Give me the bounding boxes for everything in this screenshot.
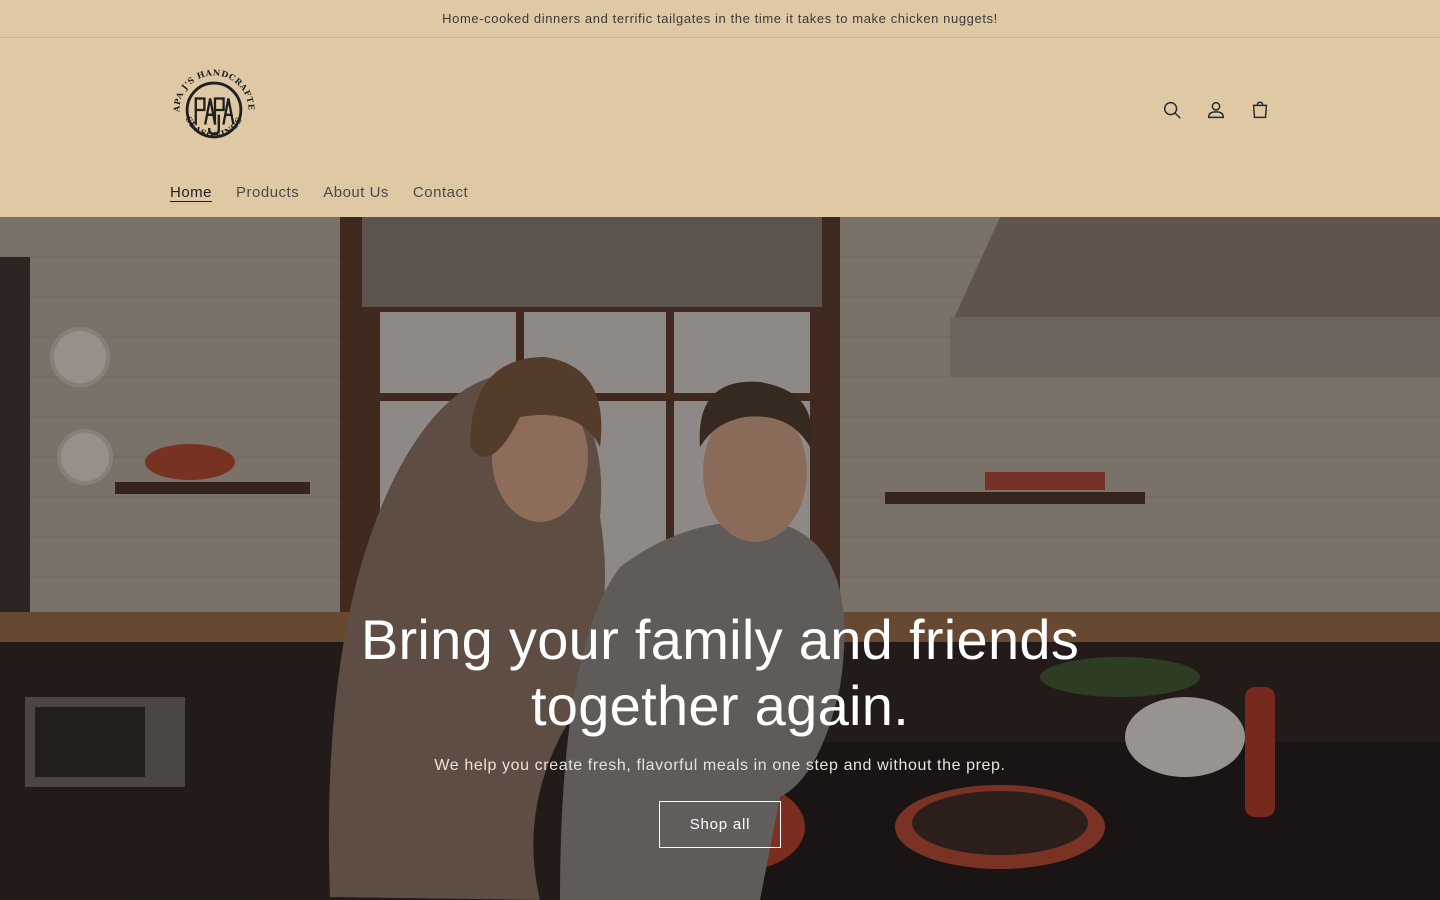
site-header: PAPA J'S HANDCRAFTED SEASONINGS — [0, 38, 1440, 217]
nav-item-home[interactable]: Home — [158, 178, 224, 207]
nav-item-products[interactable]: Products — [224, 178, 311, 207]
main-nav: Home Products About Us Contact — [158, 178, 480, 207]
search-icon — [1163, 101, 1181, 119]
announcement-text: Home-cooked dinners and terrific tailgat… — [442, 11, 998, 26]
hero-title: Bring your family and friends together a… — [360, 608, 1080, 737]
shop-all-button[interactable]: Shop all — [659, 801, 781, 848]
announcement-bar: Home-cooked dinners and terrific tailgat… — [0, 0, 1440, 38]
user-icon — [1207, 101, 1225, 119]
brand-logo[interactable]: PAPA J'S HANDCRAFTED SEASONINGS — [162, 54, 262, 158]
cart-icon — [1252, 101, 1268, 119]
account-button[interactable] — [1194, 88, 1238, 132]
nav-item-about-us[interactable]: About Us — [311, 178, 401, 207]
hero-banner: Bring your family and friends together a… — [0, 217, 1440, 900]
cart-button[interactable] — [1238, 88, 1282, 132]
search-button[interactable] — [1150, 88, 1194, 132]
hero-subtitle: We help you create fresh, flavorful meal… — [434, 757, 1006, 774]
nav-item-contact[interactable]: Contact — [401, 178, 480, 207]
logo-seal: PAPA J'S HANDCRAFTED SEASONINGS — [162, 54, 256, 140]
hero-content: Bring your family and friends together a… — [0, 607, 1440, 848]
header-actions — [1150, 88, 1282, 132]
